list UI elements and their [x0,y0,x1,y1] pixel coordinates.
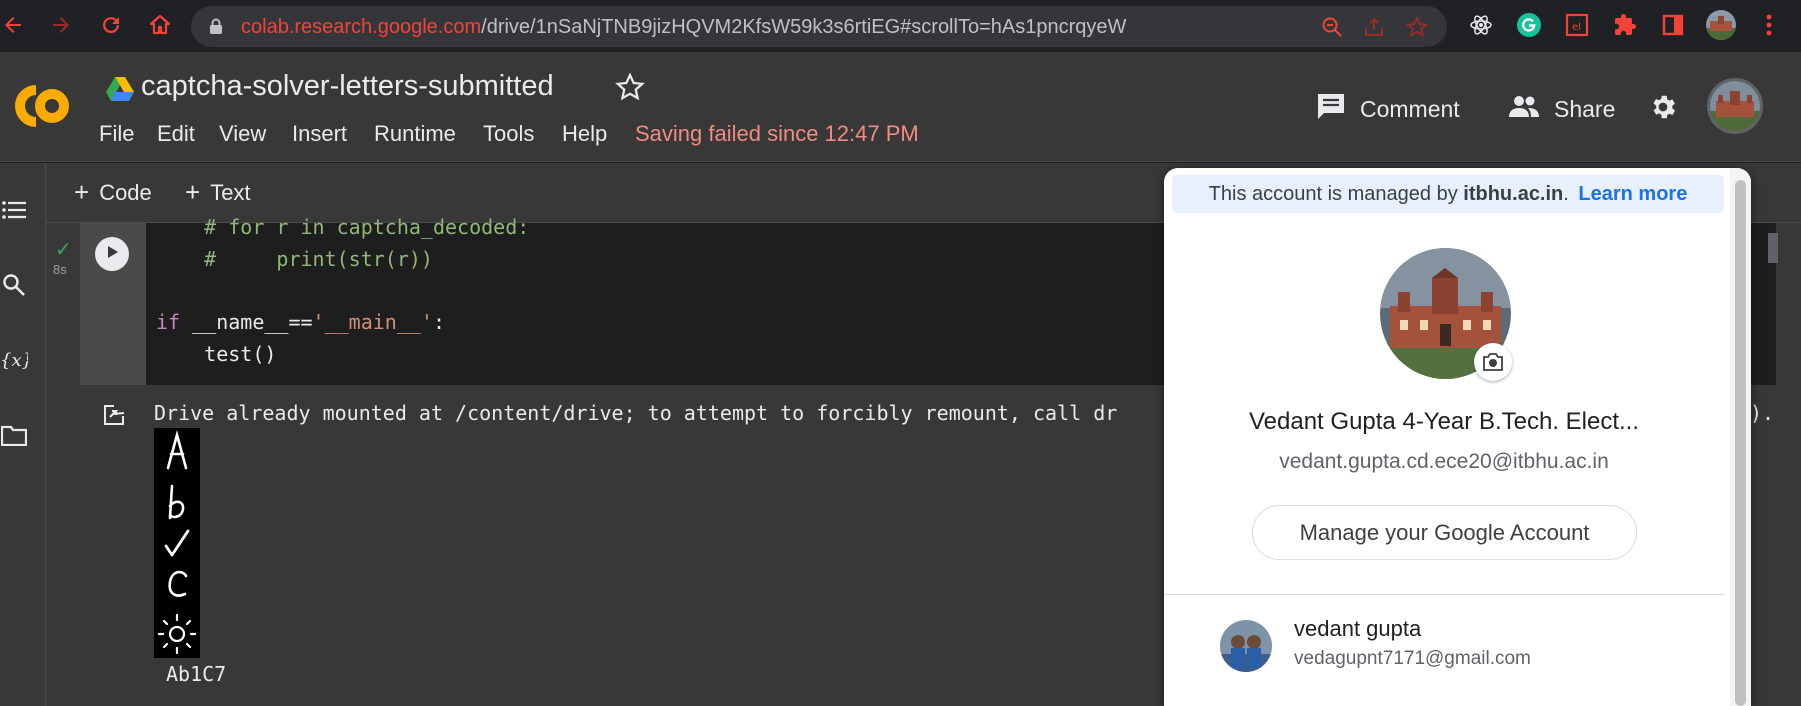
home-icon[interactable] [145,10,175,40]
svg-text:el: el [1572,22,1581,33]
profile-avatar-browser[interactable] [1706,10,1736,40]
star-icon[interactable] [615,72,645,107]
left-sidebar: {x} [0,163,46,706]
browser-menu-icon[interactable] [1754,10,1784,40]
menu-view[interactable]: View [219,121,266,147]
popup-scroll-thumb[interactable] [1735,180,1746,706]
code-line-2: # print(str(r)) [156,247,433,271]
play-icon [104,244,120,265]
other-account-name: vedant gupta [1294,616,1422,641]
other-account-item[interactable]: vedant gupta vedagupnt7171@gmail.com [1164,595,1724,706]
captcha-image [154,428,200,658]
change-photo-camera-icon[interactable] [1474,343,1512,381]
extensions-puzzle-icon[interactable] [1610,10,1640,40]
managed-prefix: This account is managed by [1208,182,1458,205]
account-name: Vedant Gupta 4-Year B.Tech. Elect... [1248,408,1640,435]
colab-logo[interactable] [4,80,74,137]
account-popup: This account is managed by itbhu.ac.in. … [1164,168,1751,706]
address-bar[interactable]: colab.research.google.com/drive/1nSaNjTN… [191,6,1447,47]
saving-status[interactable]: Saving failed since 12:47 PM [635,121,919,147]
other-account-email: vedagupnt7171@gmail.com [1294,648,1531,669]
code-line-4: if __name__=='__main__': [156,310,446,334]
comment-icon [1316,92,1346,126]
execution-success-check-icon: ✓ [55,239,72,261]
zoom-icon[interactable] [1321,16,1343,38]
people-icon [1508,94,1540,124]
output-text-tail: ). [1750,401,1775,425]
lock-icon [209,18,223,40]
side-panel-icon[interactable] [1658,10,1688,40]
url-path: /drive/1nSaNjTNB9jizHQVM2KfsW59k3s6rtiEG… [481,16,1127,38]
learn-more-link[interactable]: Learn more [1578,183,1687,206]
account-email: vedant.gupta.cd.ece20@itbhu.ac.in [1279,450,1609,473]
comment-label: Comment [1360,95,1460,122]
run-cell-button[interactable] [95,237,129,271]
menu-runtime[interactable]: Runtime [374,121,456,147]
share-label: Share [1554,95,1616,122]
managed-domain: itbhu.ac.in [1463,182,1564,205]
menu-file[interactable]: File [99,121,134,147]
menu-edit[interactable]: Edit [157,121,195,147]
manage-google-account-button[interactable]: Manage your Google Account [1252,505,1637,560]
popup-scrollbar[interactable] [1730,168,1751,706]
files-folder-icon[interactable] [0,421,28,449]
url-host: colab.research.google.com [241,16,482,38]
plus-icon: + [74,177,90,207]
menu-help[interactable]: Help [562,121,607,147]
other-account-avatar [1220,620,1272,672]
code-line-1: # for r in captcha_decoded: [156,215,530,239]
output-text: Drive already mounted at /content/drive;… [154,401,1118,425]
code-line-5: test() [156,342,277,366]
reload-icon[interactable] [96,10,126,40]
execution-time: 8s [53,262,67,277]
forward-arrow-icon[interactable] [46,10,76,40]
extension-red-box-icon[interactable]: el [1562,10,1592,40]
settings-gear-icon[interactable] [1648,92,1678,127]
back-arrow-icon[interactable] [0,10,28,40]
search-icon[interactable] [0,271,28,299]
add-text-button[interactable]: + Text [185,177,251,208]
managed-account-banner: This account is managed by itbhu.ac.in. … [1172,175,1724,213]
menu-tools[interactable]: Tools [483,121,534,147]
editor-scrollbar[interactable] [1768,233,1778,263]
add-text-label: Text [210,179,251,205]
share-button[interactable]: Share [1508,92,1615,126]
menu-insert[interactable]: Insert [292,121,347,147]
add-code-label: Code [99,179,152,205]
notebook-title[interactable]: captcha-solver-letters-submitted [141,70,554,103]
output-redirect-icon[interactable] [102,403,128,432]
url-text: colab.research.google.com/drive/1nSaNjTN… [241,16,1126,39]
captcha-decoded-label: Ab1C7 [166,662,227,686]
google-drive-icon[interactable] [106,76,134,106]
variables-icon[interactable]: {x} [0,346,28,374]
grammarly-icon[interactable] [1514,10,1544,40]
svg-text:{x}: {x} [0,350,28,371]
bookmark-star-icon[interactable] [1405,16,1429,38]
plus-icon: + [185,177,201,207]
add-code-button[interactable]: + Code [74,177,152,208]
account-avatar-button[interactable] [1707,78,1763,134]
react-devtools-icon[interactable] [1466,10,1496,40]
share-page-icon[interactable] [1363,16,1385,38]
browser-toolbar: colab.research.google.com/drive/1nSaNjTN… [0,0,1801,52]
comment-button[interactable]: Comment [1316,92,1460,126]
table-of-contents-icon[interactable] [0,196,28,224]
